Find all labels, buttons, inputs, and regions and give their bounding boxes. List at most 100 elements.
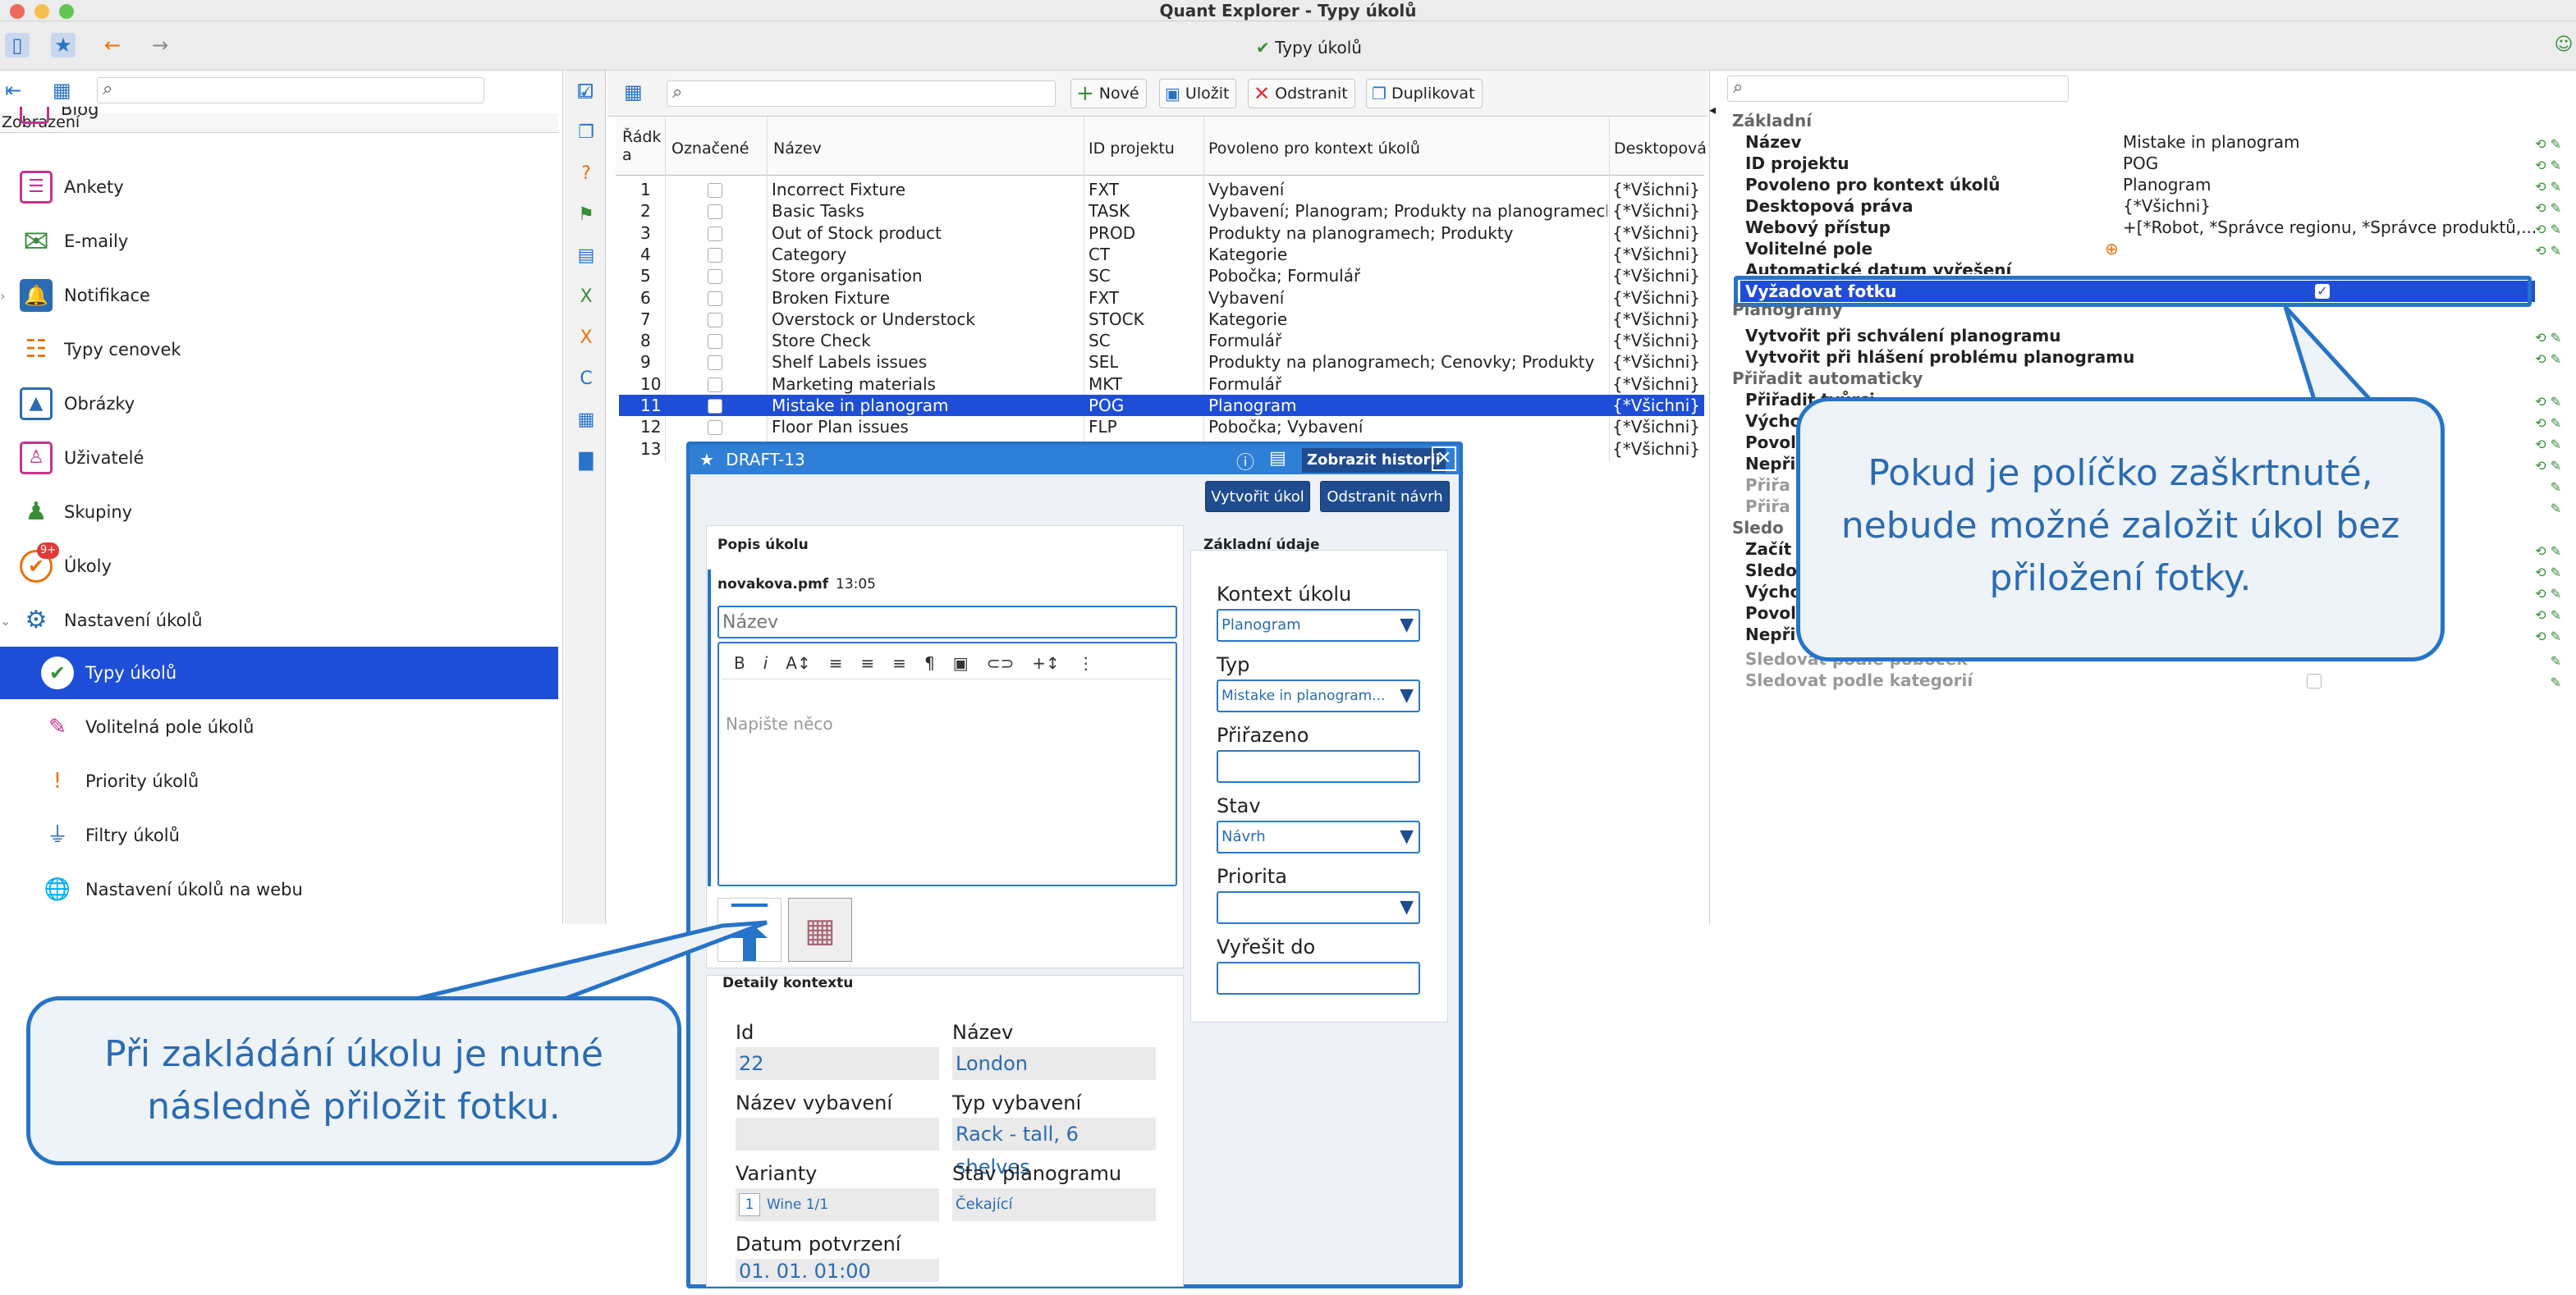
link-icon[interactable]: ⊂⊃	[987, 653, 1015, 673]
column-header-name[interactable]: Název	[773, 140, 822, 158]
edit-icon[interactable]: ✎	[2551, 672, 2561, 693]
font-size-icon[interactable]: A↕	[786, 653, 810, 673]
table-row[interactable]: 3 Out of Stock product PROD Produkty na pla…	[619, 222, 1704, 244]
chevron-right-icon[interactable]: ›	[0, 288, 7, 304]
resolve-by-input[interactable]	[1217, 962, 1420, 995]
row-checkbox[interactable]	[708, 420, 722, 436]
type-select[interactable]: Mistake in planogram... ▼	[1217, 680, 1420, 712]
table-view-icon[interactable]: ▦	[624, 80, 643, 103]
column-header-row[interactable]: Řádk a	[622, 128, 662, 164]
collapse-panel-icon[interactable]: ◂	[1709, 102, 1716, 117]
sidebar-item-emaily[interactable]: ✉ E-maily	[0, 215, 558, 268]
back-arrow-icon[interactable]: ←	[100, 33, 125, 57]
info-icon[interactable]: ⓘ	[1236, 448, 1254, 474]
table-row[interactable]: 8 Store Check SC Formulář {*Všichni}	[619, 330, 1704, 351]
show-history-button[interactable]: Zobrazit historii	[1302, 448, 1446, 473]
sidebar-toggle-icon[interactable]: ▯	[5, 33, 30, 57]
save-button[interactable]: ▣ Uložit	[1159, 79, 1237, 108]
bold-icon[interactable]: B	[734, 653, 745, 673]
row-checkbox[interactable]	[708, 312, 722, 327]
sidebar-item-nastaveni-web[interactable]: 🌐 Nastavení úkolů na webu	[0, 863, 558, 916]
table-view-icon[interactable]: ▦	[53, 79, 71, 102]
row-checkbox[interactable]	[708, 355, 722, 371]
sidebar-search-input[interactable]: ⌕	[97, 77, 484, 103]
sidebar-item-typy-ukolu[interactable]: ✔ Typy úkolů	[0, 647, 558, 699]
forward-arrow-icon[interactable]: →	[148, 33, 172, 57]
table-row[interactable]: 6 Broken Fixture FXT Vybavení {*Všichni}	[619, 287, 1704, 309]
state-select[interactable]: Návrh ▼	[1217, 821, 1420, 853]
table-row[interactable]: 1 Incorrect Fixture FXT Vybavení {*Všichni}	[619, 179, 1704, 200]
new-button[interactable]: + Nové	[1070, 79, 1147, 108]
prop-context[interactable]: Povoleno pro kontext úkolů Planogram ⟲ ✎	[1724, 174, 2561, 195]
row-checkbox[interactable]	[708, 334, 722, 350]
row-checkbox[interactable]	[708, 291, 722, 306]
sidebar-item-filtry[interactable]: ⏚ Filtry úkolů	[0, 809, 558, 862]
sidebar-item-ukoly[interactable]: ✔ 9+ Úkoly	[0, 540, 558, 593]
sidebar-item-nastaveni-ukolu[interactable]: ⌄ ⚙ Nastavení úkolů	[0, 594, 558, 647]
section-basic[interactable]: Základní	[1724, 110, 2561, 131]
add-icon[interactable]: ⊕	[2105, 238, 2119, 259]
properties-search-input[interactable]: ⌕	[1727, 76, 2069, 102]
priority-select[interactable]: ▼	[1217, 891, 1420, 924]
prop-auto-date[interactable]: Automatické datum vyřešení	[1724, 259, 2561, 274]
table-row[interactable]: 10 Marketing materials MKT Formulář {*Všichn…	[619, 373, 1704, 395]
align-left-icon[interactable]: ≡	[829, 653, 843, 673]
column-header-context[interactable]: Povoleno pro kontext úkolů	[1208, 140, 1420, 158]
delete-button[interactable]: ✕ Odstranit	[1248, 79, 1355, 108]
table-row[interactable]: 7 Overstock or Understock STOCK Kategorie {*…	[619, 309, 1704, 330]
paragraph-icon[interactable]: ¶	[924, 653, 935, 673]
more-icon[interactable]: ⋮	[1078, 653, 1094, 673]
excel-import-icon[interactable]: X	[575, 327, 598, 350]
insert-icon[interactable]: +↕	[1032, 653, 1060, 673]
track-category-checkbox[interactable]	[2307, 674, 2322, 689]
column-header-desktop[interactable]: Desktopová	[1614, 140, 1707, 158]
align-right-icon[interactable]: ≡	[892, 653, 906, 673]
column-header-checked[interactable]: Označené	[672, 140, 749, 158]
table-row[interactable]: 12 Floor Plan issues FLP Pobočka; Vybavení {…	[619, 416, 1704, 437]
grid-icon[interactable]: ▦	[575, 409, 598, 432]
prop-track-by-category[interactable]: Sledovat podle kategorií ✎	[1724, 670, 2561, 691]
chevron-down-icon[interactable]: ⌄	[0, 613, 11, 629]
table-row[interactable]: 9 Shelf Labels issues SEL Produkty na plano…	[619, 351, 1704, 373]
table-row[interactable]: 11 Mistake in planogram POG Planogram {*Všic…	[619, 395, 1704, 416]
prop-desktop-rights[interactable]: Desktopová práva {*Všichni} ⟲ ✎	[1724, 195, 2561, 217]
bar-chart-icon[interactable]: ▇	[575, 450, 598, 473]
prop-create-on-approval[interactable]: Vytvořit při schválení planogramu ⟲ ✎	[1724, 325, 2561, 346]
sidebar-item-skupiny[interactable]: ♟ Skupiny	[0, 486, 558, 538]
prop-project-id[interactable]: ID projektu POG ⟲ ✎	[1724, 153, 2561, 174]
sidebar-item-ankety[interactable]: ☰ Ankety	[0, 161, 558, 213]
image-icon[interactable]: ▣	[953, 653, 969, 673]
favorites-star-icon[interactable]: ★	[51, 33, 76, 57]
sidebar-item-volitelna-pole[interactable]: ✎ Volitelná pole úkolů	[0, 701, 558, 753]
context-select[interactable]: Planogram ▼	[1217, 609, 1420, 642]
close-dialog-button[interactable]: ✕	[1432, 446, 1456, 471]
comment-icon[interactable]: ▤	[1269, 448, 1286, 469]
create-task-button[interactable]: Vytvořit úkol	[1205, 481, 1310, 512]
table-row[interactable]: 5 Store organisation SC Pobočka; Formulář {*…	[619, 265, 1704, 286]
align-center-icon[interactable]: ≡	[861, 653, 875, 673]
sidebar-item-obrazky[interactable]: ▲ Obrázky	[0, 378, 558, 430]
prop-create-on-report[interactable]: Vytvořit při hlášení problému planogramu…	[1724, 346, 2561, 368]
document-icon[interactable]: ▤	[575, 245, 598, 268]
task-name-input[interactable]	[717, 606, 1177, 638]
prop-name[interactable]: Název Mistake in planogram ⟲ ✎	[1724, 131, 2561, 153]
italic-icon[interactable]: i	[763, 653, 768, 673]
section-auto-assign[interactable]: Přiřadit automaticky	[1724, 368, 2561, 389]
table-row[interactable]: 2 Basic Tasks TASK Vybavení; Planogram; Pro…	[619, 200, 1704, 222]
section-planograms[interactable]: Planogramy	[1724, 304, 2561, 320]
csv-icon[interactable]: C	[575, 368, 598, 391]
remove-draft-button[interactable]: Odstranit návrh	[1320, 481, 1450, 512]
prop-web-access[interactable]: Webový přístup +[*Robot, *Správce regionu…	[1724, 217, 2561, 238]
column-header-project-id[interactable]: ID projektu	[1089, 140, 1175, 158]
help-icon[interactable]: ?	[575, 162, 598, 185]
assigned-input[interactable]	[1217, 750, 1420, 783]
map-icon[interactable]: ⚑	[575, 204, 598, 227]
row-checkbox[interactable]	[708, 247, 722, 263]
sidebar-item-priority[interactable]: ! Priority úkolů	[0, 755, 558, 808]
sidebar-item-notifikace[interactable]: › 🔔 Notifikace	[0, 269, 558, 322]
checkbox-icon[interactable]: ☑	[576, 80, 594, 103]
table-row[interactable]: 4 Category CT Kategorie {*Všichni}	[619, 244, 1704, 265]
row-checkbox[interactable]	[708, 226, 722, 241]
row-checkbox[interactable]	[708, 269, 722, 285]
excel-export-icon[interactable]: X	[575, 286, 598, 309]
